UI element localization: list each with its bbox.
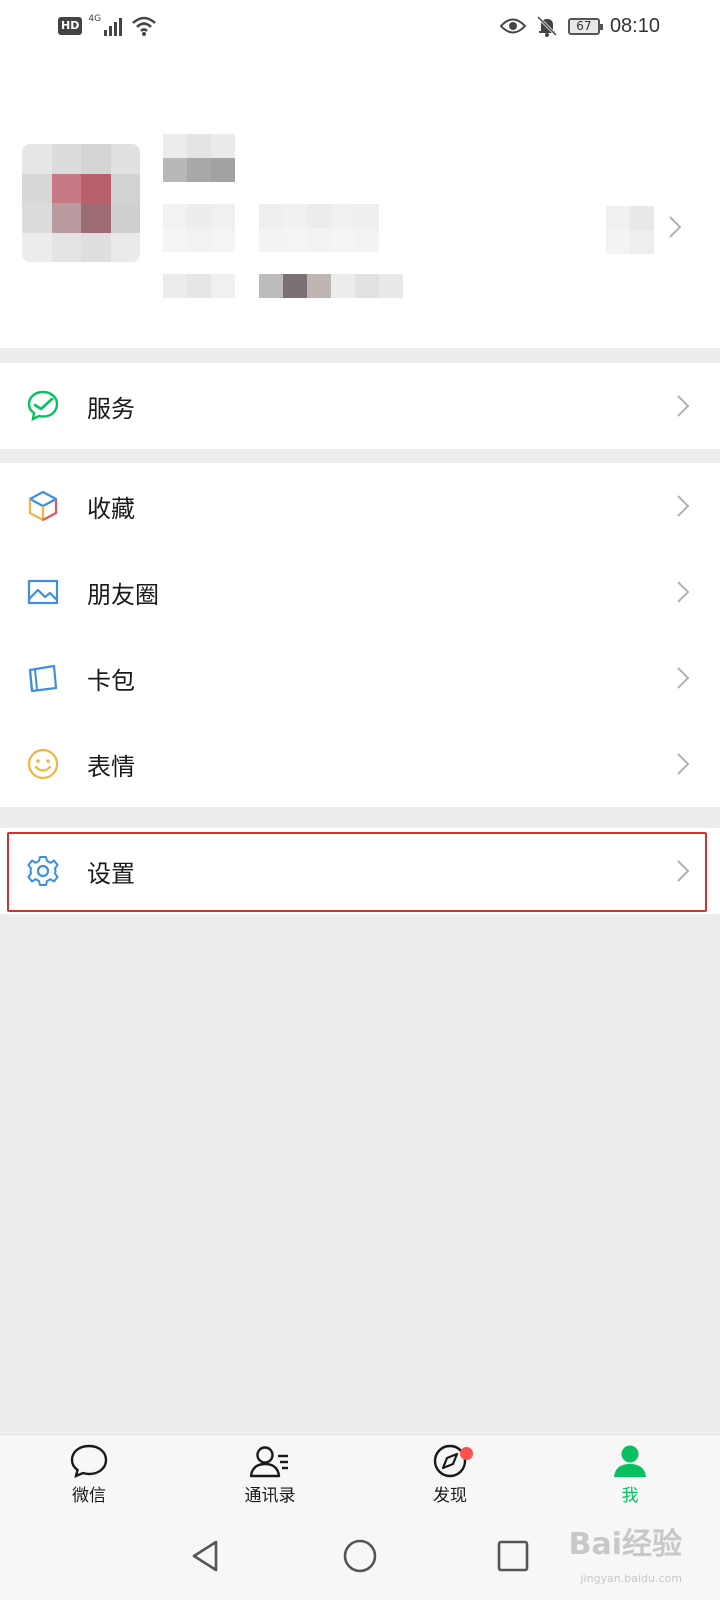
tab-label: 微信 [72, 1486, 106, 1506]
tab-label: 通讯录 [244, 1486, 296, 1506]
menu-item-label: 表情 [87, 752, 135, 781]
person-icon [614, 1445, 646, 1477]
chevron-right-icon [677, 581, 690, 603]
menu-group-services: 服务 [0, 363, 720, 449]
cube-icon [28, 490, 58, 522]
menu-item-label: 卡包 [87, 666, 135, 695]
signal-icon [104, 18, 123, 36]
tab-label: 发现 [433, 1486, 467, 1506]
menu-item-moments[interactable]: 朋友圈 [0, 549, 720, 635]
home-circle-icon[interactable] [342, 1538, 378, 1574]
back-triangle-icon[interactable] [188, 1538, 222, 1574]
avatar[interactable] [22, 144, 140, 262]
nickname-mosaic [163, 158, 235, 182]
menu-item-services[interactable]: 服务 [0, 363, 720, 449]
picture-icon [27, 579, 59, 605]
chevron-right-icon [669, 216, 682, 238]
menu-item-label: 收藏 [87, 494, 135, 523]
baidu-watermark: Bai经验 jingyan.baidu.com [569, 1530, 682, 1594]
wifi-icon [132, 16, 156, 36]
wechat-id-mosaic [163, 228, 379, 252]
menu-item-cards[interactable]: 卡包 [0, 635, 720, 721]
hd-badge: HD [58, 17, 83, 35]
services-icon [27, 390, 59, 422]
settings-highlight-box [7, 832, 707, 912]
eye-icon [499, 18, 526, 34]
contacts-icon [249, 1446, 288, 1478]
menu-group-main: 收藏 朋友圈 卡包 表情 [0, 463, 720, 807]
chevron-right-icon [677, 395, 690, 417]
bottom-tab-bar: 微信 通讯录 发现 我 [0, 1434, 720, 1513]
menu-item-stickers[interactable]: 表情 [0, 721, 720, 807]
menu-item-favorites[interactable]: 收藏 [0, 463, 720, 549]
chat-bubble-icon [70, 1444, 108, 1479]
notification-dot [460, 1447, 473, 1460]
battery-level: 67 [576, 19, 592, 33]
status-mosaic [163, 274, 403, 298]
nickname-mosaic [163, 134, 235, 158]
smiley-icon [27, 748, 59, 780]
battery-indicator: 67 [567, 17, 603, 35]
chevron-right-icon [677, 753, 690, 775]
menu-item-label: 朋友圈 [87, 580, 159, 609]
wallet-card-icon [28, 664, 58, 693]
qrcode-mosaic[interactable] [606, 206, 654, 230]
status-bar: HD 4G 67 08:10 [0, 0, 720, 52]
chevron-right-icon [677, 495, 690, 517]
bell-muted-icon [536, 15, 557, 37]
tab-chats[interactable]: 微信 [44, 1443, 134, 1506]
recents-square-icon[interactable] [496, 1538, 530, 1574]
menu-item-label: 服务 [87, 394, 135, 423]
tab-me[interactable]: 我 [585, 1443, 675, 1506]
tab-discover[interactable]: 发现 [405, 1443, 495, 1506]
clock: 08:10 [609, 14, 660, 37]
watermark-brand: Bai经验 [568, 1527, 682, 1562]
network-type: 4G [88, 14, 102, 24]
profile-header[interactable] [0, 52, 720, 348]
tab-contacts[interactable]: 通讯录 [225, 1443, 315, 1506]
tab-label: 我 [621, 1486, 639, 1506]
qrcode-mosaic[interactable] [606, 230, 654, 254]
chevron-right-icon [677, 667, 690, 689]
watermark-url: jingyan.baidu.com [580, 1572, 682, 1585]
wechat-id-mosaic [163, 204, 379, 228]
